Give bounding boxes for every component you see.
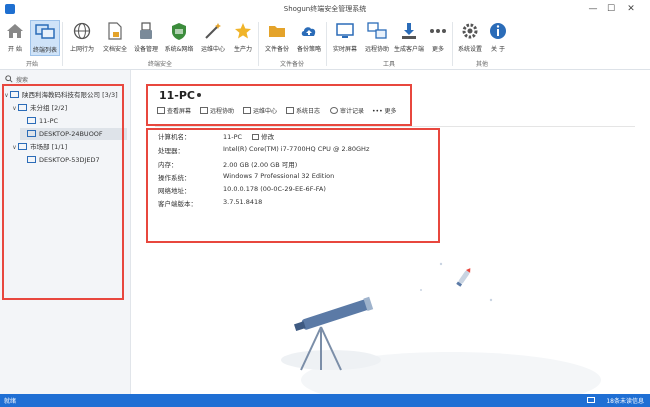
download-icon: [402, 23, 416, 39]
wand-icon: [205, 23, 221, 39]
web-behavior-label: 上网行为: [69, 46, 94, 53]
system-settings-button[interactable]: 系统设置: [456, 20, 484, 56]
ops-center-button[interactable]: 运维中心: [198, 20, 228, 56]
doc-security-button[interactable]: 文档安全: [100, 20, 130, 56]
generate-client-button[interactable]: 生成客户端: [393, 20, 425, 56]
home-button[interactable]: 开 始: [2, 20, 28, 56]
more-tools-label: 更多: [431, 46, 444, 53]
minimize-button[interactable]: —: [586, 2, 600, 16]
terminal-list-button[interactable]: 终端列表: [30, 20, 60, 56]
remote-icon: [367, 22, 387, 39]
remote-assist-label: 远程协助: [364, 46, 389, 53]
highlight-box-actions: [146, 84, 412, 126]
more-icon: [430, 29, 446, 33]
close-button[interactable]: ✕: [624, 2, 638, 16]
highlight-box-tree: [2, 84, 124, 300]
usb-icon: [140, 22, 152, 39]
terminal-list-icon: [35, 24, 55, 39]
home-button-label: 开 始: [8, 46, 22, 53]
firewall-icon: [172, 23, 186, 40]
divider: [155, 126, 635, 127]
web-behavior-button[interactable]: 上网行为: [66, 20, 98, 56]
globe-icon: [73, 22, 91, 40]
group-label-tools: 工具: [382, 61, 395, 68]
star-icon: [235, 23, 251, 39]
device-mgmt-label: 设备管理: [133, 46, 158, 53]
productivity-button[interactable]: 生产力: [230, 20, 256, 56]
about-button[interactable]: 关 于: [486, 20, 510, 56]
monitor-icon: [336, 23, 354, 38]
productivity-label: 生产力: [233, 46, 252, 53]
backup-policy-button[interactable]: 备份策略: [294, 20, 324, 56]
status-bar: 就绪 18条未读信息: [0, 394, 650, 407]
live-screen-label: 实时屏幕: [332, 46, 357, 53]
gear-icon: [462, 23, 478, 39]
generate-client-label: 生成客户端: [393, 46, 424, 53]
window-title: Shogun终端安全管理系统: [283, 5, 367, 13]
doc-security-label: 文档安全: [102, 46, 127, 53]
more-tools-button[interactable]: 更多: [427, 20, 449, 56]
file-backup-button[interactable]: 文件备份: [262, 20, 292, 56]
system-network-button[interactable]: 系统&网络: [163, 20, 195, 56]
group-label-endpoint-security: 终端安全: [147, 61, 172, 68]
about-label: 关 于: [491, 46, 505, 53]
search-icon: [5, 75, 13, 83]
maximize-button[interactable]: ☐: [604, 2, 618, 16]
document-lock-icon: [108, 22, 122, 40]
system-settings-label: 系统设置: [457, 46, 482, 53]
telescope-illustration: [281, 262, 601, 394]
group-label-start: 开始: [25, 61, 38, 68]
system-network-label: 系统&网络: [164, 46, 194, 53]
remote-assist-button[interactable]: 远程协助: [362, 20, 392, 56]
backup-policy-label: 备份策略: [296, 46, 321, 53]
ops-center-label: 运维中心: [200, 46, 225, 53]
group-label-file-backup: 文件备份: [279, 61, 304, 68]
terminal-list-button-label: 终端列表: [32, 47, 57, 54]
search-placeholder: 搜索: [16, 77, 29, 84]
live-screen-button[interactable]: 实时屏幕: [330, 20, 360, 56]
group-label-other: 其他: [475, 61, 488, 68]
notification-icon: [587, 397, 595, 403]
home-icon: [7, 24, 23, 38]
title-bar: Shogun终端安全管理系统 — ☐ ✕: [0, 0, 650, 18]
status-text: 就绪: [4, 398, 17, 405]
device-mgmt-button[interactable]: 设备管理: [131, 20, 161, 56]
info-icon: [490, 23, 506, 39]
ribbon-toolbar: 开 始 终端列表 上网行为 文档安全 设备管理 系统&网络 运维中心 生产力 文…: [0, 18, 650, 70]
unread-messages[interactable]: 18条未读信息: [606, 396, 644, 405]
highlight-box-details: [146, 128, 440, 243]
folder-icon: [269, 26, 285, 37]
file-backup-label: 文件备份: [264, 46, 289, 53]
cloud-upload-icon: [301, 27, 316, 36]
